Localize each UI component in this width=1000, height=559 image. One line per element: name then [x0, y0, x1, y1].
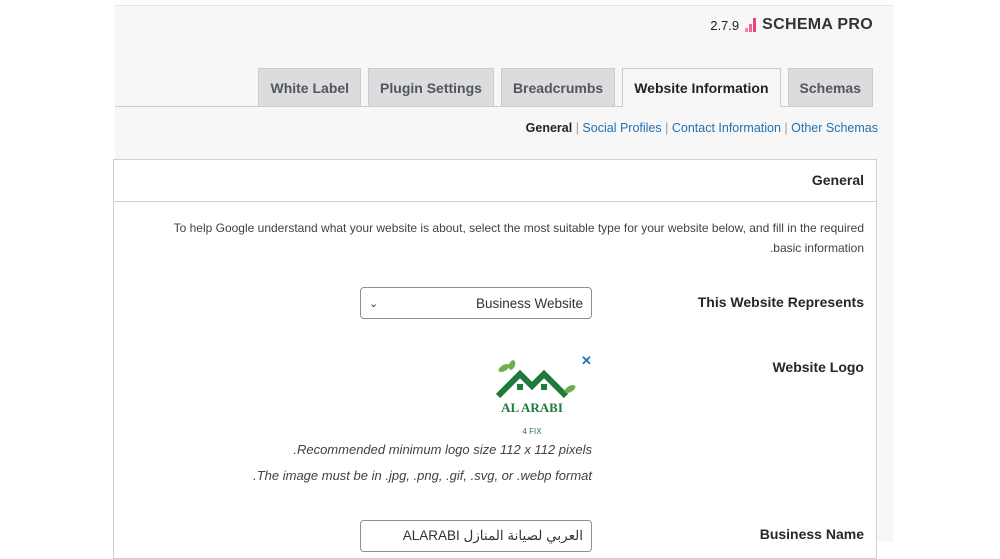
- brand-header: 2.7.9 SCHEMA PRO: [710, 16, 873, 34]
- version-label: 2.7.9: [710, 17, 740, 33]
- chevron-down-icon: ⌄: [369, 297, 379, 310]
- tab-breadcrumbs[interactable]: Breadcrumbs: [500, 68, 616, 106]
- represents-label: This Website Represents: [697, 294, 864, 310]
- remove-logo-icon[interactable]: ✕: [581, 353, 592, 369]
- tab-bar: White Label Plugin Settings Breadcrumbs …: [258, 68, 873, 107]
- schema-pro-logo-icon: [745, 18, 757, 32]
- tab-white-label[interactable]: White Label: [258, 68, 362, 106]
- panel-title: General: [114, 160, 876, 202]
- separator: |: [665, 121, 669, 135]
- tab-website-information[interactable]: Website Information: [622, 68, 781, 107]
- subnav-social-profiles[interactable]: Social Profiles: [582, 121, 661, 135]
- panel-description: To help Google understand what your webs…: [173, 221, 864, 255]
- sub-navigation: General | Social Profiles | Contact Info…: [526, 121, 878, 135]
- tab-schemas[interactable]: Schemas: [787, 68, 873, 106]
- business-name-label: Business Name: [759, 526, 864, 542]
- settings-page: 2.7.9 SCHEMA PRO White Label Plugin Sett…: [113, 5, 893, 559]
- general-panel: General To help Google understand what y…: [113, 159, 877, 559]
- separator: |: [784, 121, 788, 135]
- logo-format-note: The image must be in .jpg, .png, .gif, .…: [253, 468, 592, 483]
- brand-name: SCHEMA PRO: [762, 16, 873, 33]
- subnav-other-schemas[interactable]: Other Schemas: [791, 121, 878, 135]
- tab-plugin-settings[interactable]: Plugin Settings: [368, 68, 494, 106]
- logo-text: AL ARABI: [501, 400, 563, 415]
- house-logo-icon: AL ARABI: [495, 360, 576, 415]
- logo-subtext: 4 FIX: [522, 427, 542, 436]
- website-logo-image[interactable]: AL ARABI 4 FIX: [492, 356, 582, 438]
- logo-size-note: Recommended minimum logo size 112 x 112 …: [293, 442, 592, 457]
- subnav-contact-information[interactable]: Contact Information: [672, 121, 781, 135]
- website-type-value: Business Website: [475, 295, 583, 311]
- business-name-input[interactable]: العربي لصيانة المنازل ALARABI: [360, 520, 592, 552]
- logo-label: Website Logo: [772, 359, 864, 375]
- website-type-select[interactable]: ⌄ Business Website: [360, 287, 592, 319]
- subnav-general[interactable]: General: [526, 121, 573, 135]
- separator: |: [575, 121, 579, 135]
